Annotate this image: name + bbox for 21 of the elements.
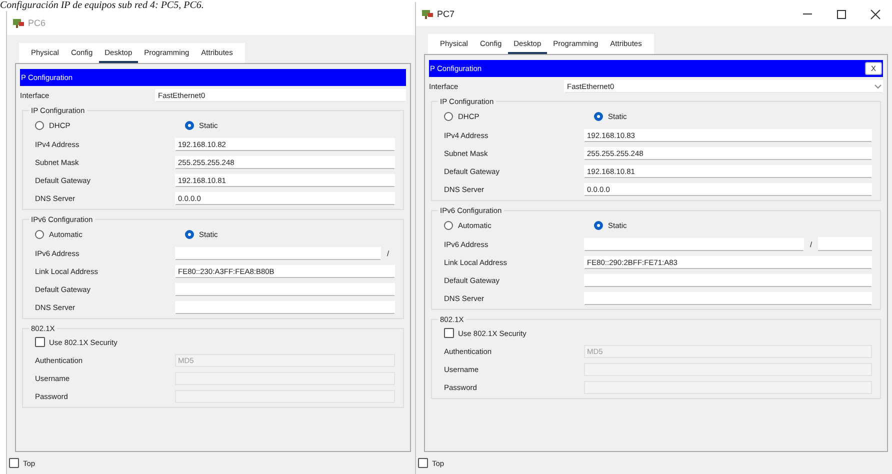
radio-button[interactable] bbox=[444, 112, 453, 120]
prefix-field[interactable] bbox=[818, 237, 872, 251]
radio-button[interactable] bbox=[185, 120, 194, 130]
radio-button[interactable] bbox=[594, 220, 603, 230]
caption: Configuración IP de equipos sub red 4: PC5, PC6. bbox=[0, 0, 204, 11]
radio-button[interactable] bbox=[35, 230, 44, 238]
pc-app-icon bbox=[422, 8, 433, 20]
radio-button[interactable] bbox=[35, 120, 44, 130]
pc-app-icon bbox=[13, 18, 24, 28]
checkbox[interactable] bbox=[35, 337, 45, 347]
checkbox[interactable] bbox=[444, 328, 454, 338]
radio-button[interactable] bbox=[594, 112, 603, 120]
chevron-down-icon[interactable] bbox=[874, 84, 882, 88]
maximize-icon[interactable] bbox=[836, 8, 846, 20]
window-title: PC6 bbox=[28, 18, 46, 28]
checkbox[interactable] bbox=[418, 458, 428, 468]
window-title: PC7 bbox=[437, 9, 455, 19]
close-icon[interactable] bbox=[870, 8, 880, 20]
radio-button[interactable] bbox=[444, 220, 453, 230]
checkbox[interactable] bbox=[9, 458, 19, 468]
radio-button[interactable] bbox=[185, 230, 194, 238]
